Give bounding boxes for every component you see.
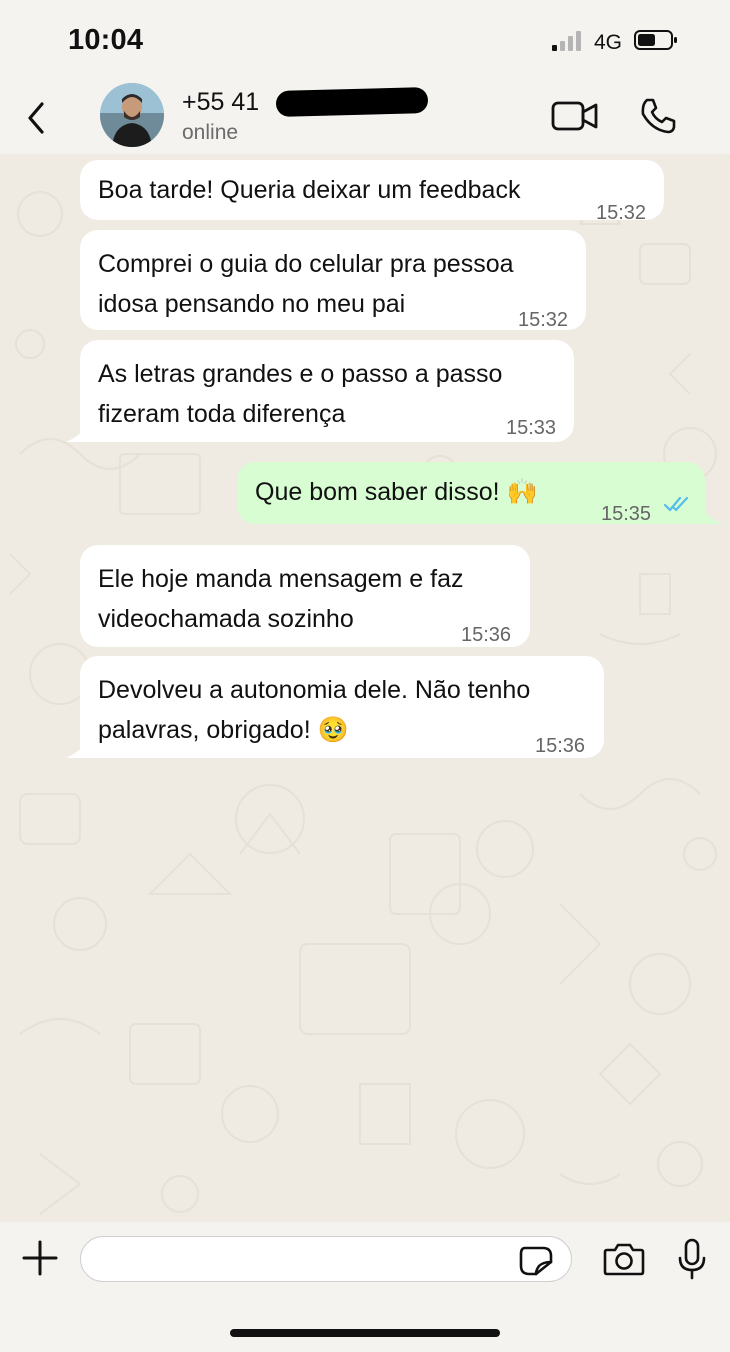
contact-status: online: [182, 121, 239, 144]
bubble-tail: [66, 740, 88, 758]
read-receipt-icon: [663, 496, 689, 512]
message-input[interactable]: [80, 1236, 572, 1282]
phone-icon[interactable]: [638, 96, 678, 136]
network-type: 4G: [594, 31, 623, 54]
message-text: Boa tarde! Queria deixar um feedback: [98, 176, 521, 204]
message-text: Que bom saber disso! 🙌: [255, 478, 538, 506]
message-text: Comprei o guia do celular pra pessoa ido…: [98, 250, 514, 318]
message-time: 15:32: [518, 309, 569, 331]
sticker-icon[interactable]: [519, 1246, 553, 1276]
bubble-tail: [700, 506, 722, 524]
avatar[interactable]: [100, 83, 164, 147]
home-indicator: [230, 1329, 500, 1337]
battery-icon: [634, 30, 677, 50]
video-camera-icon[interactable]: [551, 98, 599, 134]
contact-name[interactable]: +55 41: [182, 88, 259, 117]
message-bubble-outgoing[interactable]: Que bom saber disso! 🙌 15:35: [237, 462, 705, 525]
message-time: 15:35: [601, 503, 652, 525]
message-time: 15:36: [461, 624, 512, 646]
compose-bar: [0, 1222, 730, 1352]
chevron-left-icon[interactable]: [22, 98, 52, 138]
bubble-tail: [66, 424, 88, 442]
plus-icon[interactable]: [22, 1240, 58, 1276]
message-bubble-incoming[interactable]: Comprei o guia do celular pra pessoa ido…: [80, 230, 586, 331]
message-time: 15:32: [596, 202, 647, 224]
camera-icon[interactable]: [603, 1242, 645, 1276]
message-time: 15:36: [535, 735, 586, 757]
message-bubble-incoming[interactable]: Ele hoje manda mensagem e faz videochama…: [80, 545, 530, 647]
chat-header: +55 41 online: [0, 80, 730, 154]
status-bar: 10:04 4G: [0, 0, 730, 80]
message-text: Devolveu a autonomia dele. Não tenho pal…: [98, 676, 531, 744]
message-bubble-incoming[interactable]: As letras grandes e o passo a passo fize…: [80, 340, 574, 442]
avatar-photo: [100, 83, 164, 147]
microphone-icon[interactable]: [677, 1238, 707, 1280]
message-text: As letras grandes e o passo a passo fize…: [98, 360, 503, 428]
message-bubble-incoming[interactable]: Devolveu a autonomia dele. Não tenho pal…: [80, 656, 604, 758]
chat-area[interactable]: Boa tarde! Queria deixar um feedback 15:…: [0, 154, 730, 1222]
message-bubble-incoming[interactable]: Boa tarde! Queria deixar um feedback 15:…: [80, 160, 664, 224]
message-time: 15:33: [506, 417, 557, 439]
status-time: 10:04: [68, 24, 144, 56]
redaction-mark: [275, 87, 429, 117]
message-text: Ele hoje manda mensagem e faz videochama…: [98, 565, 464, 633]
signal-icon: [552, 31, 581, 51]
